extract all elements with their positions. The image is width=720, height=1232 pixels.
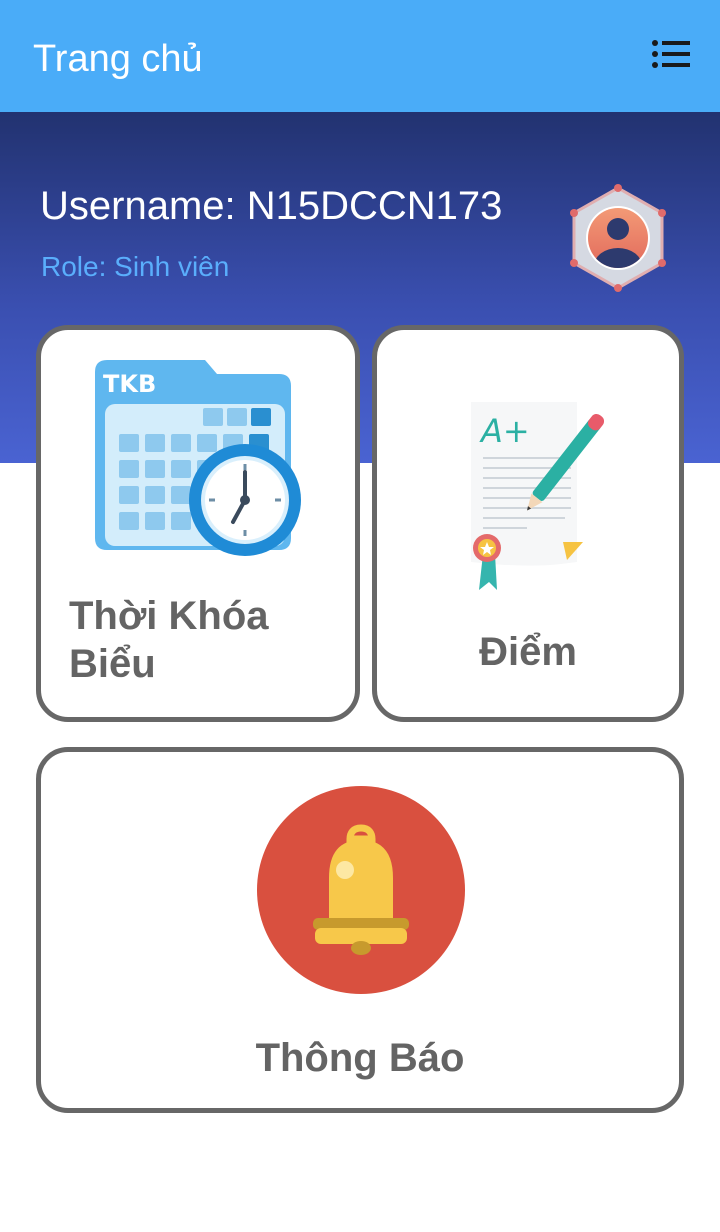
user-avatar-icon: [570, 184, 666, 292]
menu-button[interactable]: [640, 32, 704, 80]
notifications-card[interactable]: Thông Báo: [36, 747, 684, 1113]
role-label: Role: Sinh viên: [41, 251, 230, 282]
grade-certificate-icon: A+: [471, 402, 605, 590]
tkb-icon-text: TKB: [103, 370, 156, 398]
schedule-card[interactable]: TKB Thời Khóa Biểu: [36, 325, 360, 722]
username-label: Username: N15DCCN173: [40, 184, 503, 228]
bell-icon: [257, 786, 465, 994]
schedule-label: Thời Khóa Biểu: [69, 594, 269, 686]
grades-label: Điểm: [479, 630, 577, 674]
menu-list-icon: [652, 40, 690, 68]
notifications-label: Thông Báo: [255, 1036, 465, 1080]
app-bar: Trang chủ: [0, 0, 720, 112]
aplus-icon-text: A+: [479, 412, 530, 450]
grades-card[interactable]: A+ Điểm: [372, 325, 684, 722]
calendar-clock-icon: TKB: [95, 360, 301, 556]
page-title: Trang chủ: [33, 38, 203, 80]
